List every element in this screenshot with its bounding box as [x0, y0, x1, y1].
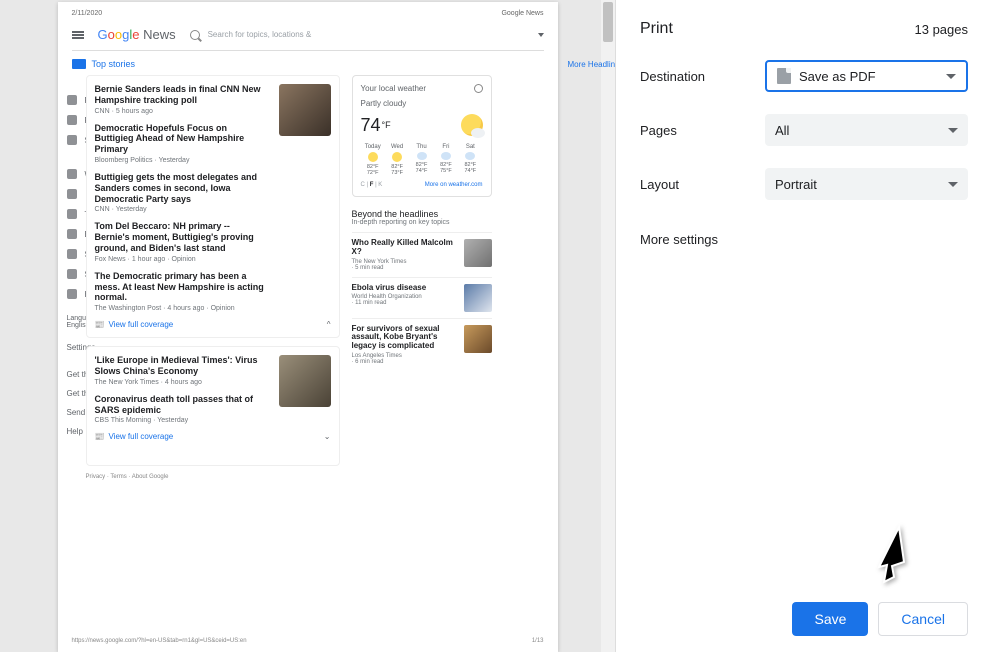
more-settings-toggle[interactable]: More settings — [640, 222, 968, 257]
menu-icon — [72, 30, 84, 40]
annotation-cursor-arrow — [864, 522, 914, 592]
pages-value: All — [775, 123, 789, 138]
save-button[interactable]: Save — [792, 602, 868, 636]
beyond-headlines-title: Beyond the headlines — [352, 209, 492, 219]
top-stories-label: Top stories — [92, 59, 136, 69]
print-settings-panel: Print 13 pages Destination Save as PDF P… — [615, 0, 992, 652]
preview-title: Google News — [501, 10, 543, 17]
page-count: 13 pages — [915, 22, 969, 37]
cancel-button[interactable]: Cancel — [878, 602, 968, 636]
scrollbar-thumb[interactable] — [603, 2, 613, 42]
chevron-down-icon — [948, 128, 958, 133]
view-full-coverage: 📰 View full coverage^ — [95, 320, 331, 329]
story-card-1: Bernie Sanders leads in final CNN New Ha… — [86, 75, 340, 338]
layout-select[interactable]: Portrait — [765, 168, 968, 200]
gear-icon — [474, 84, 483, 93]
story-card-2: 'Like Europe in Medieval Times': Virus S… — [86, 346, 340, 466]
chevron-down-icon — [946, 74, 956, 79]
print-preview-area: 2/11/2020 Google News Google News Search… — [0, 0, 615, 652]
search-placeholder: Search for topics, locations & — [208, 30, 312, 39]
preview-page: 2/11/2020 Google News Google News Search… — [58, 2, 558, 652]
chevron-down-icon — [948, 182, 958, 187]
preview-scrollbar[interactable] — [601, 0, 615, 652]
preview-page-number: 1/13 — [532, 638, 544, 644]
google-news-logo: Google News — [98, 27, 176, 42]
search-icon — [190, 30, 200, 40]
destination-value: Save as PDF — [799, 69, 876, 84]
view-full-coverage: 📰 View full coverage⌄ — [95, 432, 331, 441]
pdf-icon — [777, 68, 791, 84]
privacy-footer: Privacy · Terms · About Google — [86, 474, 340, 480]
preview-url: https://news.google.com/?hl=en-US&tab=rn… — [72, 638, 247, 644]
destination-label: Destination — [640, 69, 765, 84]
search-box: Search for topics, locations & — [190, 30, 544, 40]
pages-label: Pages — [640, 123, 765, 138]
top-stories-icon — [72, 59, 86, 69]
preview-date: 2/11/2020 — [72, 10, 103, 17]
article-thumbnail — [279, 355, 331, 407]
article-thumbnail — [279, 84, 331, 136]
search-dropdown-icon — [538, 33, 544, 37]
layout-label: Layout — [640, 177, 765, 192]
layout-value: Portrait — [775, 177, 817, 192]
destination-select[interactable]: Save as PDF — [765, 60, 968, 92]
weather-card: Your local weather Partly cloudy 74°F To… — [352, 75, 492, 197]
sun-icon — [461, 114, 483, 136]
print-title: Print — [640, 20, 673, 38]
pages-select[interactable]: All — [765, 114, 968, 146]
